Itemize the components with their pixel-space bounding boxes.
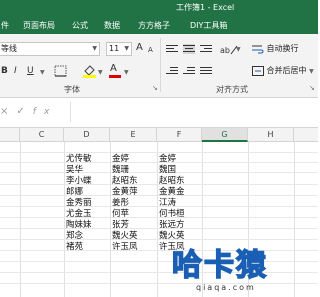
ribbon-tabs: 件 页面布局 公式 数据 方方格子 DIY工具箱	[0, 16, 318, 34]
font-color-letter: A	[110, 63, 117, 74]
cell-d2[interactable]: 吴华	[66, 165, 83, 176]
font-name-value: 等线	[1, 44, 17, 53]
column-header-f[interactable]: F	[157, 128, 202, 142]
cell-f4[interactable]: 金黄金	[159, 187, 185, 198]
column-header-g[interactable]: G	[202, 128, 248, 142]
cell-e3[interactable]: 赵昭东	[112, 176, 138, 187]
increase-indent-icon[interactable]	[183, 66, 195, 76]
gridline	[64, 142, 65, 297]
underline-button[interactable]: U	[27, 65, 34, 77]
wrap-text-label: 自动换行	[266, 44, 299, 53]
cell-d5[interactable]: 金秀丽	[66, 198, 92, 209]
chevron-down-icon: ▼	[92, 45, 97, 52]
fill-color-icon[interactable]	[82, 63, 98, 78]
excel-window: 工作簿1 - Excel 件 页面布局 公式 数据 方方格子 DIY工具箱 等线…	[0, 0, 318, 297]
font-color-swatch	[109, 75, 121, 78]
align-left-icon[interactable]	[166, 44, 178, 54]
font-group-label: 字体	[64, 85, 80, 94]
alignment-group-label: 对齐方式	[216, 85, 248, 94]
ribbon-separator	[160, 38, 161, 92]
align-center-icon[interactable]	[183, 44, 195, 54]
grow-font-button[interactable]: A	[136, 42, 143, 54]
cell-f2[interactable]: 魏国	[159, 165, 176, 176]
wrap-text-button[interactable]: 自动换行	[252, 43, 299, 54]
chevron-down-icon: ▼	[124, 45, 129, 52]
cell-d7[interactable]: 陶妹妹	[66, 220, 92, 231]
enter-icon[interactable]: ✓	[16, 106, 32, 117]
gridline	[0, 152, 318, 153]
decrease-indent-icon[interactable]	[166, 66, 178, 76]
wrap-text-icon	[252, 45, 264, 53]
cell-e9[interactable]: 许玉凤	[112, 242, 138, 253]
font-name-select[interactable]: 等线 ▼	[0, 42, 100, 56]
column-header-next[interactable]	[294, 128, 318, 142]
align-right-icon[interactable]	[200, 44, 212, 54]
svg-text:ab: ab	[220, 46, 230, 55]
chevron-down-icon[interactable]: ▼	[236, 44, 241, 56]
corner-cell[interactable]	[0, 128, 20, 142]
font-color-button[interactable]: A	[108, 63, 122, 78]
formula-bar: ×✓fx	[0, 98, 318, 128]
cell-e1[interactable]: 金婷	[112, 154, 129, 165]
merge-center-icon	[252, 65, 264, 76]
cell-d3[interactable]: 李小蝶	[66, 176, 92, 187]
formula-bar-icons: ×✓fx	[0, 106, 57, 117]
chevron-down-icon[interactable]: ▼	[40, 67, 45, 79]
cell-d1[interactable]: 尤传敏	[66, 154, 92, 165]
cancel-icon[interactable]: ×	[0, 106, 16, 117]
gridline	[157, 142, 158, 297]
column-header-d[interactable]: D	[64, 128, 110, 142]
italic-button[interactable]: I	[14, 65, 17, 77]
merge-center-label: 合并后居中	[266, 66, 307, 75]
ribbon-home: 等线 ▼ 11 ▼ A A B I U ▼ ▼ A ▼ 字体 ↘ ab ▼ 自动…	[0, 34, 318, 98]
watermark: 哈卡猿 qiaqa.com	[160, 240, 318, 297]
cell-f5[interactable]: 江涛	[159, 198, 176, 209]
cell-f7[interactable]: 张远方	[159, 220, 185, 231]
font-size-value: 11	[109, 44, 120, 53]
column-header-c[interactable]: C	[20, 128, 64, 142]
alignment-dialog-launcher-icon[interactable]: ↘	[309, 84, 315, 92]
merge-center-button[interactable]: 合并后居中 ▼	[252, 65, 314, 76]
tab-file[interactable]: 件	[1, 20, 9, 31]
font-size-select[interactable]: 11 ▼	[106, 42, 132, 56]
cell-f6[interactable]: 何书桓	[159, 209, 185, 220]
cell-d4[interactable]: 郎娜	[66, 187, 83, 198]
borders-icon[interactable]	[54, 65, 68, 78]
gridline	[20, 142, 21, 297]
tab-formulas[interactable]: 公式	[72, 20, 88, 31]
chevron-down-icon[interactable]: ▼	[124, 67, 129, 79]
cell-f1[interactable]: 金婷	[159, 154, 176, 165]
formula-input[interactable]	[70, 102, 318, 122]
cell-e5[interactable]: 姜彤	[112, 198, 129, 209]
tab-page-layout[interactable]: 页面布局	[23, 20, 55, 31]
column-header-h[interactable]: H	[248, 128, 294, 142]
cell-e6[interactable]: 何苹	[112, 209, 129, 220]
cell-e4[interactable]: 金黄萍	[112, 187, 138, 198]
chevron-down-icon[interactable]: ▼	[98, 67, 103, 79]
cell-f3[interactable]: 赵昭东	[159, 176, 185, 187]
cell-d8[interactable]: 郑念	[66, 231, 83, 242]
tab-diy-toolbox[interactable]: DIY工具箱	[190, 20, 227, 31]
gridline	[110, 142, 111, 297]
watermark-url: qiaqa.com	[196, 283, 256, 292]
cell-d6[interactable]: 尤金玉	[66, 209, 92, 220]
tab-data[interactable]: 数据	[104, 20, 120, 31]
chevron-down-icon[interactable]: ▼	[309, 68, 314, 75]
watermark-text: 哈卡猿	[171, 247, 268, 284]
tab-fangfange[interactable]: 方方格子	[138, 20, 170, 31]
bold-button[interactable]: B	[1, 65, 8, 77]
insert-function-icon[interactable]: fx	[33, 107, 58, 117]
shrink-font-button[interactable]: A	[148, 44, 153, 56]
cell-e7[interactable]: 张芳	[112, 220, 129, 231]
column-header-e[interactable]: E	[110, 128, 157, 142]
window-title: 工作簿1 - Excel	[176, 3, 235, 12]
justify-icon[interactable]	[200, 66, 212, 76]
cell-e2[interactable]: 魏珊	[112, 165, 129, 176]
cell-d9[interactable]: 褚苑	[66, 242, 83, 253]
cell-e8[interactable]: 魏火英	[112, 231, 138, 242]
title-bar: 工作簿1 - Excel	[0, 0, 318, 16]
font-dialog-launcher-icon[interactable]: ↘	[152, 84, 158, 92]
